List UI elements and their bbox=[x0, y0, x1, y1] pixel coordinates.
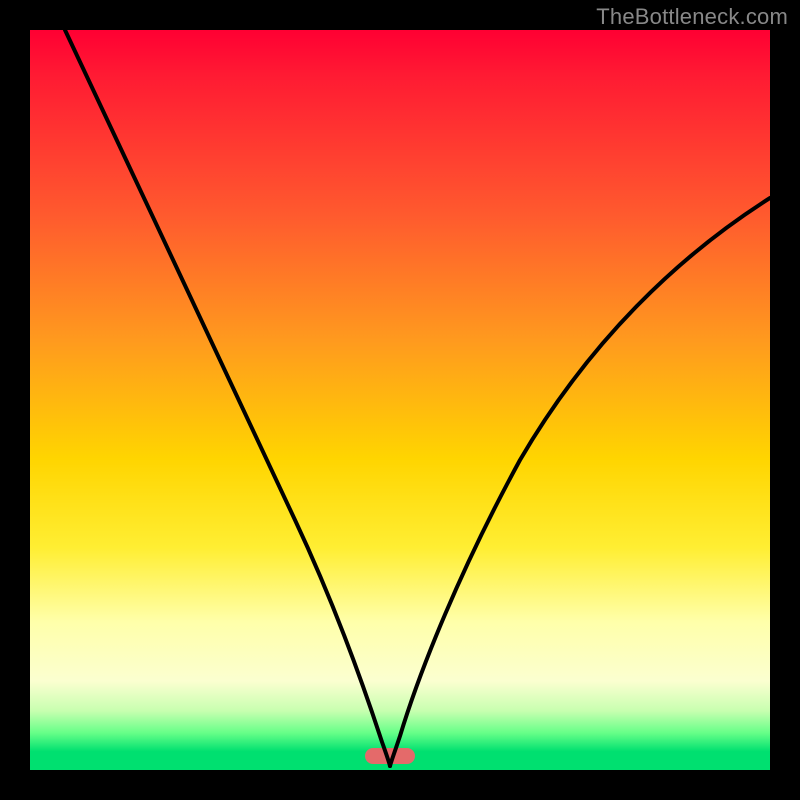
bottleneck-curves bbox=[30, 30, 770, 770]
chart-frame: TheBottleneck.com bbox=[0, 0, 800, 800]
watermark-text: TheBottleneck.com bbox=[596, 4, 788, 30]
plot-area bbox=[30, 30, 770, 770]
curve-left bbox=[65, 30, 390, 766]
curve-right bbox=[390, 198, 770, 766]
